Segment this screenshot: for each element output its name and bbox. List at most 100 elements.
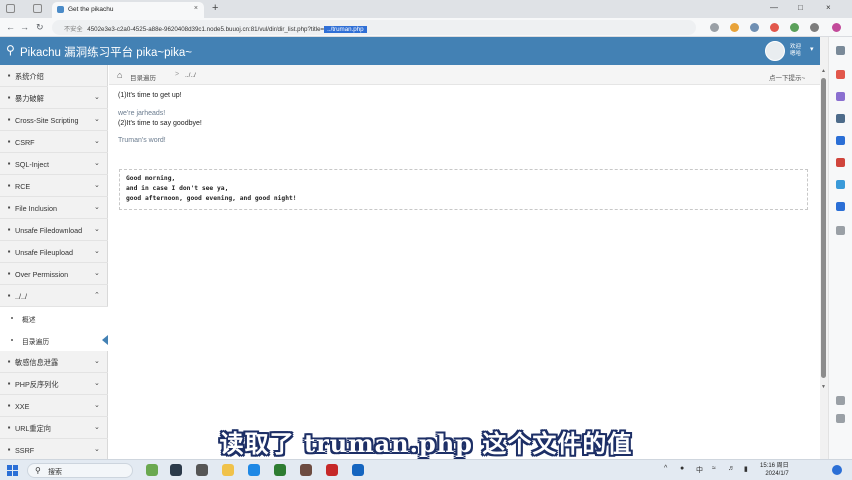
notification-icon[interactable] (832, 465, 842, 475)
chevron-down-icon: ⌄ (94, 248, 100, 255)
profile-icon[interactable] (810, 23, 819, 32)
sidebar-item-label: Cross-Site Scripting (15, 116, 79, 125)
app-icon-2[interactable] (300, 464, 312, 476)
office-icon[interactable] (836, 158, 845, 167)
read-aloud-icon[interactable] (710, 23, 719, 32)
breadcrumb-home-link[interactable]: 目录遍历 (130, 72, 156, 82)
sidebar-item-rce[interactable]: ▪ RCE ⌄ (0, 175, 108, 197)
chevron-down-icon: ⌄ (94, 402, 100, 409)
volume-icon[interactable]: ♬ (728, 465, 735, 472)
avatar[interactable] (765, 41, 785, 61)
collections-icon[interactable] (790, 23, 799, 32)
tray-chevron-icon[interactable]: ^ (664, 465, 667, 472)
sidebar-item-label: RCE (15, 182, 31, 191)
folder-icon: ▪ (7, 291, 11, 300)
sidebar-item-sql-inject[interactable]: ▪ SQL-Inject ⌄ (0, 153, 108, 175)
sidebar-item-dir-traversal[interactable]: ▪ ../../ ⌃ (0, 285, 108, 307)
user-menu-caret-icon[interactable]: ▾ (810, 45, 814, 53)
url-text: 4502e3e3-c2a0-4525-a88e-9620408d39c1.nod… (87, 26, 325, 33)
address-bar-row: ← → ↻ 不安全 4502e3e3-c2a0-4525-a88e-962040… (0, 18, 852, 37)
file-explorer-icon[interactable] (222, 464, 234, 476)
sidebar-item-xxe[interactable]: ▪ XXE ⌄ (0, 395, 108, 417)
tab-actions-icon[interactable] (33, 4, 42, 13)
reload-button[interactable]: ↻ (36, 22, 44, 32)
sidebar-hide-icon[interactable] (836, 414, 845, 423)
key-icon: ▪ (7, 93, 11, 102)
sidebar-item-file-inclusion[interactable]: ▪ File Inclusion ⌄ (0, 197, 108, 219)
bullet-icon (11, 339, 13, 341)
briefcase-icon[interactable] (836, 114, 845, 123)
tag-icon[interactable] (836, 70, 845, 79)
user-greeting[interactable]: 欢迎 嗯哈 (790, 44, 801, 58)
browser-tab-bar: Get the pikachu × + — □ × (0, 0, 852, 18)
sidebar-subitem-dir-list[interactable]: 目录遍历 (0, 329, 108, 351)
close-window-button[interactable]: × (826, 3, 831, 12)
content-link-1[interactable]: (1)It's time to get up! (118, 92, 182, 99)
taskbar-clock[interactable]: 15:16 周日 2024/1/7 (760, 462, 789, 478)
sidebar-item-php-unserialize[interactable]: ▪ PHP反序列化 ⌄ (0, 373, 108, 395)
clock-date: 2024/1/7 (765, 471, 789, 477)
copilot-icon[interactable] (832, 23, 841, 32)
app-icon-3[interactable] (326, 464, 338, 476)
minimize-button[interactable]: — (770, 3, 778, 12)
search-icon[interactable] (836, 46, 845, 55)
app-icon-4[interactable] (352, 464, 364, 476)
forward-button[interactable]: → (20, 22, 29, 32)
sidebar-item-system-intro[interactable]: ▪ 系统介绍 (0, 65, 108, 87)
sidebar-item-label: File Inclusion (15, 204, 57, 213)
sidebar-item-unsafe-fileupload[interactable]: ▪ Unsafe Fileupload ⌄ (0, 241, 108, 263)
new-tab-button[interactable]: + (212, 2, 218, 14)
maximize-button[interactable]: □ (798, 3, 803, 12)
scroll-up-icon[interactable]: ▲ (821, 68, 826, 74)
sidebar-item-xss[interactable]: ▪ Cross-Site Scripting ⌄ (0, 109, 108, 131)
tray-app-icon[interactable]: ● (680, 465, 684, 472)
sidebar-item-brute-force[interactable]: ▪ 暴力破解 ⌄ (0, 87, 108, 109)
app-icon-1[interactable] (274, 464, 286, 476)
scrollbar-thumb[interactable] (821, 78, 826, 378)
chevron-down-icon: ⌄ (94, 358, 100, 365)
add-icon[interactable] (836, 226, 845, 235)
breadcrumb: ⌂ 目录遍历 > ../../ 点一下提示~ (109, 65, 820, 85)
sidebar-item-csrf[interactable]: ▪ CSRF ⌄ (0, 131, 108, 153)
send-icon[interactable] (836, 202, 845, 211)
games-icon[interactable] (836, 136, 845, 145)
sidebar-item-over-permission[interactable]: ▪ Over Permission ⌄ (0, 263, 108, 285)
home-icon[interactable]: ⌂ (117, 70, 122, 80)
file-icon: ▪ (7, 203, 11, 212)
wifi-icon[interactable]: ≈ (712, 465, 716, 472)
outlook-icon[interactable] (836, 180, 845, 189)
site-title[interactable]: Pikachu 漏洞练习平台 pika~pika~ (20, 44, 192, 60)
ime-icon[interactable]: 中 (696, 465, 703, 475)
task-view-icon[interactable] (170, 464, 182, 476)
output-line-1: Good morning, (126, 175, 176, 182)
sidebar-subitem-overview[interactable]: 概述 (0, 307, 108, 329)
php-icon: ▪ (7, 379, 11, 388)
split-screen-icon[interactable] (750, 23, 759, 32)
browser-tab[interactable]: Get the pikachu × (52, 2, 204, 18)
terminal-icon[interactable] (196, 464, 208, 476)
widgets-icon[interactable] (146, 464, 158, 476)
content-text-4: Truman's word! (118, 137, 166, 144)
taskbar-search-input[interactable]: ⚲ 搜索 (27, 463, 133, 478)
windows-start-icon[interactable] (7, 465, 18, 476)
sidebar-item-label: 系统介绍 (15, 72, 44, 81)
sidebar-subitem-label: 目录遍历 (22, 339, 50, 346)
sidebar-subitem-label: 概述 (22, 317, 36, 324)
back-button[interactable]: ← (6, 22, 15, 32)
tab-close-icon[interactable]: × (194, 5, 198, 12)
sidebar-item-sensitive-info[interactable]: ▪ 敏感信息泄露 ⌄ (0, 351, 108, 373)
scroll-down-icon[interactable]: ▼ (821, 384, 826, 390)
shapes-icon[interactable] (836, 92, 845, 101)
workspaces-icon[interactable] (6, 4, 15, 13)
sidebar-item-unsafe-filedownload[interactable]: ▪ Unsafe Filedownload ⌄ (0, 219, 108, 241)
download-icon: ▪ (7, 225, 11, 234)
edge-browser-icon[interactable] (248, 464, 260, 476)
favorite-star-icon[interactable] (730, 23, 739, 32)
chevron-down-icon: ⌄ (94, 160, 100, 167)
battery-icon[interactable]: ▮ (744, 465, 748, 473)
extension-icon[interactable] (770, 23, 779, 32)
sidebar-settings-icon[interactable] (836, 396, 845, 405)
url-input[interactable]: 不安全 4502e3e3-c2a0-4525-a88e-9620408d39c1… (52, 20, 696, 35)
hint-link[interactable]: 点一下提示~ (769, 72, 805, 82)
content-link-2[interactable]: (2)It's time to say goodbye! (118, 120, 202, 127)
